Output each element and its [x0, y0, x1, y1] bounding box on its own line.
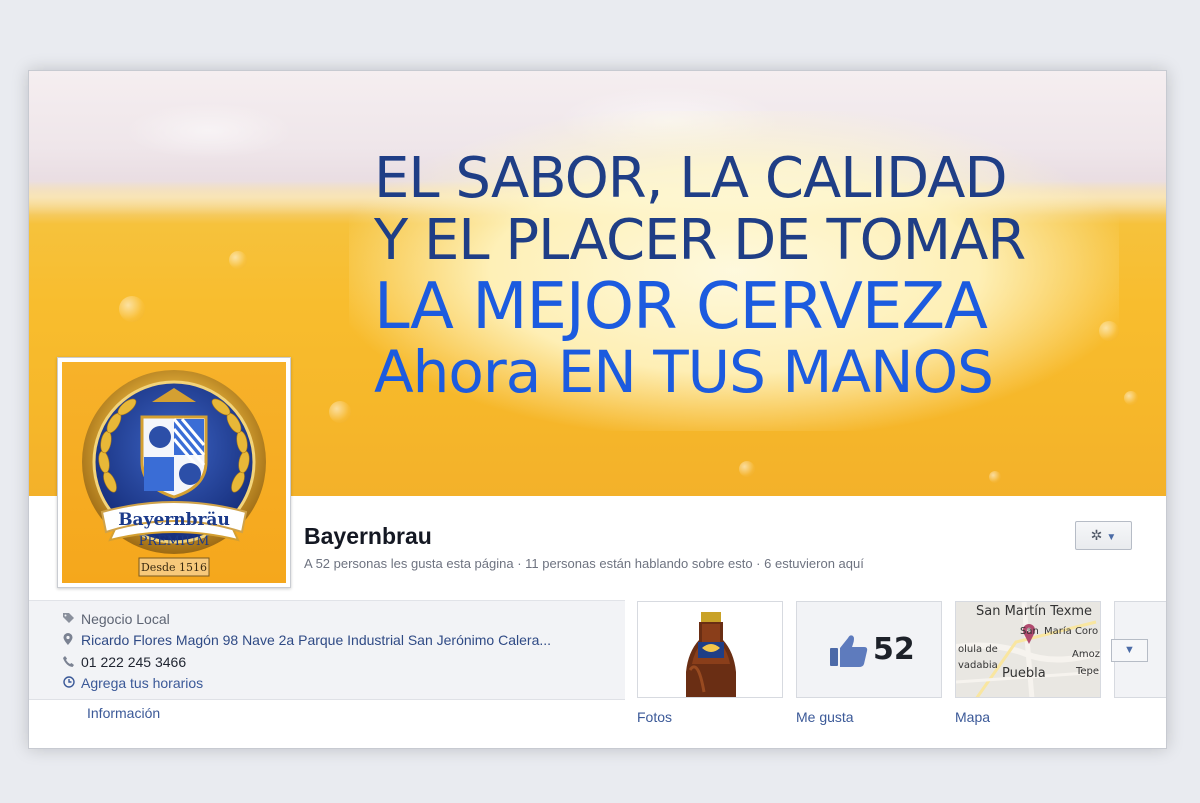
likes-tile[interactable]: 52	[796, 601, 942, 698]
category-text: Negocio Local	[81, 611, 170, 627]
map-place-4: olula de	[958, 644, 998, 655]
beer-bottle-image	[686, 612, 736, 697]
likes-count: 52	[873, 632, 915, 667]
hours-row[interactable]: Agrega tus horarios	[63, 675, 203, 691]
profile-picture[interactable]: Bayernbräu PREMIUM Desde 1516	[57, 357, 291, 588]
bubble	[229, 251, 247, 269]
bubble	[989, 471, 1001, 483]
address-text[interactable]: Ricardo Flores Magón 98 Nave 2a Parque I…	[81, 632, 551, 648]
phone-row: 01 222 245 3466	[63, 654, 186, 670]
like-thumb-icon	[830, 635, 868, 667]
page-title[interactable]: Bayernbrau	[304, 523, 432, 550]
bubble	[329, 401, 351, 423]
bubble	[119, 296, 145, 322]
logo-background: Bayernbräu PREMIUM Desde 1516	[62, 362, 286, 583]
logo-premium-text: PREMIUM	[139, 534, 210, 549]
chevron-down-icon: ▼	[1124, 644, 1135, 656]
bubble	[1124, 391, 1138, 405]
page-stats: A 52 personas les gusta esta página · 11…	[304, 556, 864, 571]
expand-apps-button[interactable]: ▼	[1111, 639, 1148, 662]
headline-line-2: Y EL PLACER DE TOMAR	[374, 208, 1026, 273]
phone-icon	[63, 656, 81, 670]
address-row[interactable]: Ricardo Flores Magón 98 Nave 2a Parque I…	[63, 632, 551, 648]
about-box: Negocio Local Ricardo Flores Magón 98 Na…	[29, 600, 625, 700]
map-place-5: vadabia	[958, 660, 998, 671]
headline-line-3: LA MEJOR CERVEZA	[374, 270, 988, 344]
pin-icon	[63, 633, 81, 648]
map-place-7: Puebla	[1002, 666, 1046, 681]
headline-line-1: EL SABOR, LA CALIDAD	[374, 146, 1008, 211]
bubble	[739, 461, 755, 477]
cover-headline: EL SABOR, LA CALIDAD Y EL PLACER DE TOMA…	[374, 146, 1114, 406]
clock-icon	[63, 676, 81, 691]
category-row: Negocio Local	[63, 611, 170, 627]
logo-brand-text: Bayernbräu	[118, 510, 230, 530]
phone-text: 01 222 245 3466	[81, 654, 187, 670]
info-link[interactable]: Información	[87, 705, 160, 721]
chevron-down-icon: ▼	[1106, 532, 1117, 543]
map-place-6: Amoz	[1072, 649, 1100, 660]
headline-line-4: Ahora EN TUS MANOS	[374, 338, 994, 406]
photos-tile[interactable]	[637, 601, 783, 698]
tag-icon	[63, 613, 81, 627]
facebook-page: EL SABOR, LA CALIDAD Y EL PLACER DE TOMA…	[28, 70, 1167, 749]
settings-button[interactable]: ✲ ▼	[1075, 521, 1132, 550]
bayernbrau-logo: Bayernbräu PREMIUM Desde 1516	[82, 370, 266, 577]
map-place-1: San Martín Texme	[976, 604, 1093, 619]
gear-icon: ✲	[1090, 527, 1103, 543]
map-label[interactable]: Mapa	[955, 709, 990, 725]
map-place-2: San	[1020, 626, 1039, 637]
map-tile[interactable]: San Martín Texme San María Coro olula de…	[955, 601, 1101, 698]
photos-label[interactable]: Fotos	[637, 709, 672, 725]
map-place-3: María Coro	[1044, 626, 1099, 637]
likes-label[interactable]: Me gusta	[796, 709, 854, 725]
map-place-8: Tepe	[1076, 666, 1100, 677]
hours-link[interactable]: Agrega tus horarios	[81, 675, 203, 691]
logo-since-text: Desde 1516	[141, 561, 207, 574]
